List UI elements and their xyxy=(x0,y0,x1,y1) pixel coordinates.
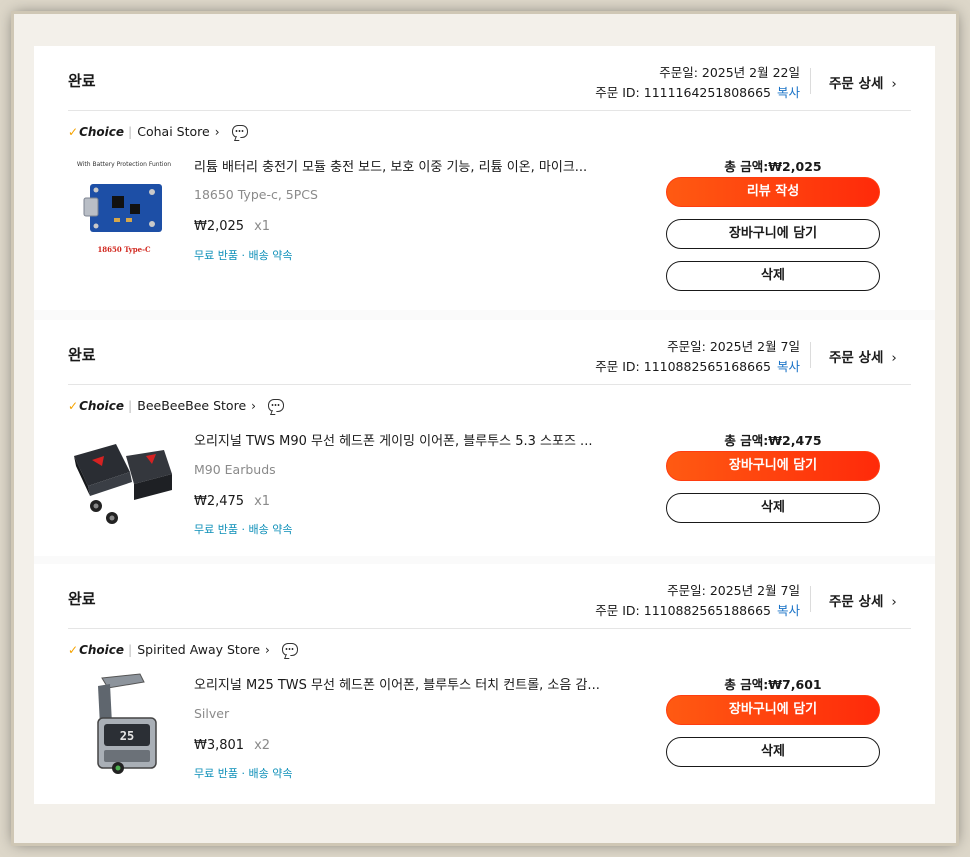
divider xyxy=(68,628,911,629)
product-thumbnail[interactable]: With Battery Protection Funtion 18650 Ty… xyxy=(68,152,180,264)
store-row: ✓Choice | Spirited Away Store › xyxy=(68,642,298,657)
chevron-right-icon: › xyxy=(265,642,270,657)
chevron-right-icon: › xyxy=(891,350,897,366)
order-total: 총 금액:₩2,475 xyxy=(724,433,822,448)
copy-link[interactable]: 복사 xyxy=(777,359,800,374)
divider xyxy=(810,586,811,612)
product-variant: Silver xyxy=(194,706,230,721)
unit-price: ₩2,025 xyxy=(194,219,245,234)
order-list: 완료 주문일: 2025년 2월 22일 주문 ID: 111116425180… xyxy=(34,46,935,804)
product-title[interactable]: 오리지널 TWS M90 무선 헤드폰 게이밍 이어폰, 블루투스 5.3 스포… xyxy=(194,430,624,449)
order-detail-link[interactable]: 주문 상세 › xyxy=(829,346,897,366)
product-price-row: ₩2,475 x1 xyxy=(194,494,270,509)
choice-badge: ✓Choice xyxy=(68,642,125,657)
store-link[interactable]: Spirited Away Store xyxy=(137,642,260,657)
chevron-right-icon: › xyxy=(891,594,897,610)
unit-price: ₩3,801 xyxy=(194,738,245,753)
thumb-caption-bottom: 18650 Type-C xyxy=(97,245,151,254)
order-detail-link[interactable]: 주문 상세 › xyxy=(829,590,897,610)
chat-icon[interactable] xyxy=(281,643,298,656)
add-to-cart-button[interactable]: 장바구니에 담기 xyxy=(666,451,880,481)
service-tags[interactable]: 무료 반품 · 배송 약속 xyxy=(194,521,292,537)
store-row: ✓Choice | Cohai Store › xyxy=(68,124,248,139)
order-card: 완료 주문일: 2025년 2월 7일 주문 ID: 1110882565168… xyxy=(34,320,935,556)
product-thumbnail[interactable] xyxy=(68,426,180,538)
chat-icon[interactable] xyxy=(267,399,284,412)
thumb-caption-top: With Battery Protection Funtion xyxy=(77,161,171,168)
product-title[interactable]: 리튬 배터리 충전기 모듈 충전 보드, 보호 이중 기능, 리튬 이온, 마이… xyxy=(194,156,624,175)
order-card: 완료 주문일: 2025년 2월 22일 주문 ID: 111116425180… xyxy=(34,46,935,310)
order-id: 주문 ID: 1111164251808665 xyxy=(595,85,771,100)
add-to-cart-button[interactable]: 장바구니에 담기 xyxy=(666,695,880,725)
chevron-right-icon: › xyxy=(251,398,256,413)
order-detail-label: 주문 상세 xyxy=(829,76,884,92)
quantity: x1 xyxy=(254,494,271,509)
delete-button[interactable]: 삭제 xyxy=(666,493,880,523)
order-id-row: 주문 ID: 1110882565188665 복사 xyxy=(595,600,800,619)
store-link[interactable]: BeeBeeBee Store xyxy=(137,398,246,413)
check-icon: ✓ xyxy=(68,642,79,657)
order-status: 완료 xyxy=(68,590,96,608)
product-thumbnail[interactable]: 25 xyxy=(68,668,180,780)
chat-icon[interactable] xyxy=(231,125,248,138)
divider xyxy=(810,342,811,368)
add-to-cart-button[interactable]: 장바구니에 담기 xyxy=(666,219,880,249)
product-price-row: ₩2,025 x1 xyxy=(194,219,270,234)
order-detail-label: 주문 상세 xyxy=(829,594,884,610)
unit-price: ₩2,475 xyxy=(194,494,245,509)
order-id: 주문 ID: 1110882565168665 xyxy=(595,359,771,374)
order-detail-label: 주문 상세 xyxy=(829,350,884,366)
write-review-button[interactable]: 리뷰 작성 xyxy=(666,177,880,207)
divider xyxy=(810,68,811,94)
order-card: 완료 주문일: 2025년 2월 7일 주문 ID: 1110882565188… xyxy=(34,564,935,804)
service-tags[interactable]: 무료 반품 · 배송 약속 xyxy=(194,765,292,781)
copy-link[interactable]: 복사 xyxy=(777,85,800,100)
chevron-right-icon: › xyxy=(891,76,897,92)
delete-button[interactable]: 삭제 xyxy=(666,737,880,767)
divider xyxy=(68,110,911,111)
copy-link[interactable]: 복사 xyxy=(777,603,800,618)
order-date: 주문일: 2025년 2월 7일 xyxy=(667,583,800,598)
product-title[interactable]: 오리지널 M25 TWS 무선 헤드폰 이어폰, 블루투스 터치 컨트롤, 소음… xyxy=(194,674,624,693)
order-date: 주문일: 2025년 2월 22일 xyxy=(659,65,800,80)
quantity: x1 xyxy=(254,219,271,234)
order-status: 완료 xyxy=(68,346,96,364)
order-id-row: 주문 ID: 1111164251808665 복사 xyxy=(595,82,800,101)
order-total: 총 금액:₩7,601 xyxy=(724,677,822,692)
svg-text:25: 25 xyxy=(120,729,134,743)
order-status: 완료 xyxy=(68,72,96,90)
product-variant: M90 Earbuds xyxy=(194,462,276,477)
divider: | xyxy=(128,642,133,657)
store-link[interactable]: Cohai Store xyxy=(137,124,209,139)
check-icon: ✓ xyxy=(68,398,79,413)
divider: | xyxy=(128,398,133,413)
order-detail-link[interactable]: 주문 상세 › xyxy=(829,72,897,92)
order-total: 총 금액:₩2,025 xyxy=(724,159,822,174)
delete-button[interactable]: 삭제 xyxy=(666,261,880,291)
product-price-row: ₩3,801 x2 xyxy=(194,738,270,753)
check-icon: ✓ xyxy=(68,124,79,139)
order-date: 주문일: 2025년 2월 7일 xyxy=(667,339,800,354)
store-row: ✓Choice | BeeBeeBee Store › xyxy=(68,398,284,413)
order-id: 주문 ID: 1110882565188665 xyxy=(595,603,771,618)
quantity: x2 xyxy=(254,738,271,753)
divider xyxy=(68,384,911,385)
service-tags[interactable]: 무료 반품 · 배송 약속 xyxy=(194,247,292,263)
order-id-row: 주문 ID: 1110882565168665 복사 xyxy=(595,356,800,375)
choice-badge: ✓Choice xyxy=(68,124,125,139)
product-variant: 18650 Type-c, 5PCS xyxy=(194,187,318,202)
divider: | xyxy=(128,124,133,139)
chevron-right-icon: › xyxy=(214,124,220,139)
choice-badge: ✓Choice xyxy=(68,398,125,413)
